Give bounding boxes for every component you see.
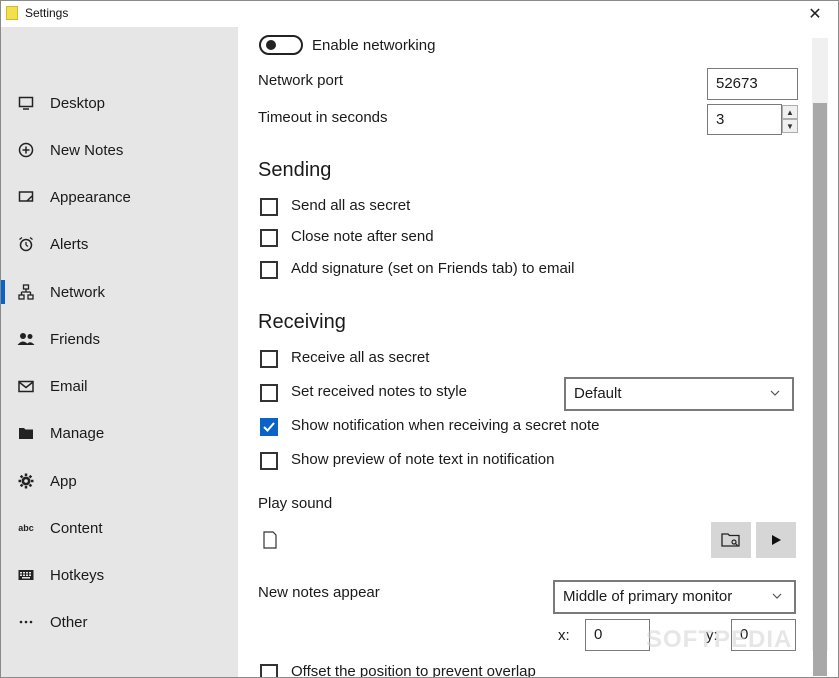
- enable-networking-label: Enable networking: [312, 37, 436, 54]
- note-position-value: Middle of primary monitor: [563, 588, 733, 605]
- sidebar-item-label: Other: [50, 613, 88, 631]
- send-all-secret-label: Send all as secret: [291, 197, 411, 214]
- receiving-heading: Receiving: [258, 311, 346, 333]
- timeout-input[interactable]: 3: [707, 104, 782, 135]
- sidebar-item-alerts[interactable]: Alerts: [1, 222, 238, 266]
- offset-position-checkbox[interactable]: [260, 664, 278, 677]
- play-sound-button[interactable]: [756, 522, 796, 558]
- close-note-after-send-checkbox[interactable]: [260, 229, 278, 247]
- sidebar-item-friends[interactable]: Friends: [1, 317, 238, 361]
- sidebar-item-hotkeys[interactable]: Hotkeys: [1, 553, 238, 597]
- title-bar: Settings ✕: [1, 1, 838, 27]
- show-preview-checkbox[interactable]: [260, 452, 278, 470]
- sidebar: Desktop New Notes Appearance Alerts Netw…: [1, 27, 238, 677]
- note-position-select[interactable]: Middle of primary monitor: [553, 580, 796, 614]
- received-style-value: Default: [574, 385, 622, 402]
- sidebar-item-label: Alerts: [50, 235, 89, 253]
- palette-icon: [17, 188, 35, 206]
- sidebar-item-label: App: [50, 472, 77, 490]
- received-style-select[interactable]: Default: [564, 377, 794, 411]
- vertical-scrollbar[interactable]: [812, 38, 828, 676]
- folder-icon: [17, 424, 35, 442]
- sidebar-item-other[interactable]: Other: [1, 600, 238, 644]
- sidebar-item-appearance[interactable]: Appearance: [1, 175, 238, 219]
- sidebar-item-email[interactable]: Email: [1, 364, 238, 408]
- gear-icon: [17, 472, 35, 490]
- sidebar-item-label: New Notes: [50, 141, 124, 159]
- sidebar-item-label: Manage: [50, 424, 105, 442]
- set-received-style-label: Set received notes to style: [291, 383, 467, 400]
- offset-position-label: Offset the position to prevent overlap: [291, 663, 536, 678]
- x-label: x:: [558, 627, 570, 644]
- checkmark-icon: [263, 422, 275, 432]
- show-secret-notification-label: Show notification when receiving a secre…: [291, 417, 600, 434]
- mail-icon: [17, 377, 35, 395]
- show-preview-label: Show preview of note text in notificatio…: [291, 451, 555, 468]
- sidebar-item-label: Email: [50, 377, 88, 395]
- sidebar-item-label: Network: [50, 283, 106, 301]
- sidebar-item-network[interactable]: Network: [1, 270, 238, 314]
- chevron-down-icon: [770, 387, 780, 399]
- watermark: SOFTPEDIA: [646, 626, 793, 653]
- scrollbar-thumb[interactable]: [813, 103, 827, 676]
- play-sound-label: Play sound: [258, 495, 333, 512]
- play-icon: [772, 535, 781, 545]
- settings-window: Settings ✕ Desktop New Notes Appearance: [0, 0, 839, 678]
- toggle-knob: [266, 40, 276, 50]
- close-note-after-send-label: Close note after send: [291, 228, 434, 245]
- network-port-label: Network port: [258, 72, 344, 89]
- network-icon: [17, 283, 35, 301]
- x-position-input[interactable]: 0: [585, 619, 650, 651]
- enable-networking-toggle[interactable]: [259, 35, 303, 55]
- sidebar-item-manage[interactable]: Manage: [1, 411, 238, 455]
- keyboard-icon: [17, 566, 35, 584]
- sidebar-item-label: Desktop: [50, 94, 106, 112]
- sidebar-item-content[interactable]: abc Content: [1, 506, 238, 550]
- timeout-down-button[interactable]: ▼: [782, 119, 798, 133]
- sidebar-item-label: Friends: [50, 330, 101, 348]
- receive-all-secret-label: Receive all as secret: [291, 349, 430, 366]
- add-signature-label: Add signature (set on Friends tab) to em…: [291, 260, 575, 277]
- chevron-down-icon: [772, 590, 782, 602]
- people-icon: [17, 330, 35, 348]
- add-signature-checkbox[interactable]: [260, 261, 278, 279]
- close-button[interactable]: ✕: [792, 1, 838, 27]
- folder-search-icon: [721, 533, 740, 547]
- sidebar-item-desktop[interactable]: Desktop: [1, 81, 238, 125]
- network-port-input[interactable]: 52673: [707, 68, 798, 100]
- sending-heading: Sending: [258, 159, 332, 181]
- new-notes-appear-label: New notes appear: [258, 584, 380, 601]
- sidebar-item-app[interactable]: App: [1, 459, 238, 503]
- send-all-secret-checkbox[interactable]: [260, 198, 278, 216]
- timeout-up-button[interactable]: ▲: [782, 105, 798, 119]
- show-secret-notification-checkbox[interactable]: [260, 418, 278, 436]
- timeout-label: Timeout in seconds: [258, 109, 388, 126]
- monitor-icon: [17, 94, 35, 112]
- sidebar-item-label: Appearance: [50, 188, 131, 206]
- sidebar-item-label: Content: [50, 519, 103, 537]
- window-title: Settings: [25, 6, 69, 20]
- plus-circle-icon: [17, 141, 35, 159]
- sidebar-item-new-notes[interactable]: New Notes: [1, 128, 238, 172]
- browse-sound-button[interactable]: [711, 522, 751, 558]
- sound-file-icon: [263, 531, 277, 554]
- sticky-note-icon: [6, 6, 18, 20]
- set-received-style-checkbox[interactable]: [260, 384, 278, 402]
- sidebar-item-label: Hotkeys: [50, 566, 105, 584]
- abc-icon: abc: [18, 523, 34, 533]
- receive-all-secret-checkbox[interactable]: [260, 350, 278, 368]
- ellipsis-icon: [17, 613, 35, 631]
- alarm-icon: [17, 235, 35, 253]
